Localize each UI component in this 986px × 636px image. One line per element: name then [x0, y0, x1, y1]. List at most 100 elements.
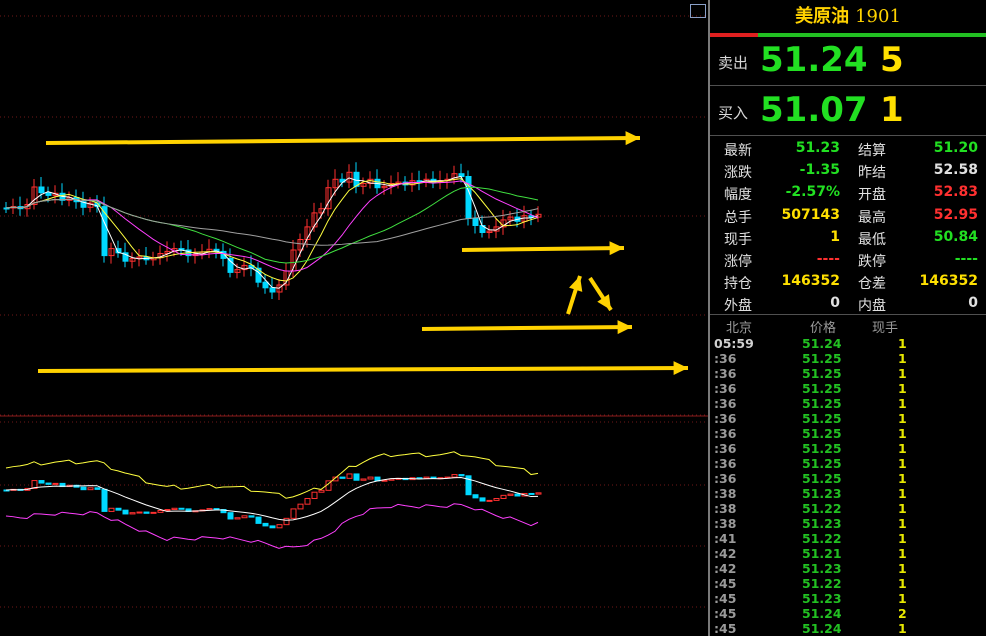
tick-row: :36 51.25 1 — [710, 411, 986, 426]
indicator-candle — [311, 491, 318, 500]
moving-average-line — [5, 186, 539, 264]
indicator-candle — [276, 524, 283, 529]
stats-row: 持仓 146352 仓差 146352 — [710, 271, 986, 293]
stat-label: 最低 — [858, 231, 886, 248]
bid-price: 51.07 — [760, 90, 868, 130]
quote-sidebar: 美原油 1901 卖出 51.24 5 买入 51.07 1 最新 51.23 结算 5… — [708, 0, 986, 636]
bid-ask-bar-green — [758, 33, 986, 37]
window-layout-icon[interactable] — [690, 4, 706, 18]
tick-volume: 1 — [898, 426, 907, 441]
tick-time: :42 — [714, 546, 737, 561]
tick-time: :45 — [714, 576, 737, 591]
indicator-candle — [262, 522, 269, 527]
tick-price: 51.22 — [802, 531, 842, 546]
candle-body — [38, 186, 45, 194]
tick-volume: 1 — [898, 411, 907, 426]
tick-volume: 1 — [898, 546, 907, 561]
indicator-candle — [458, 474, 465, 477]
tick-price: 51.23 — [802, 591, 842, 606]
instrument-title: 美原油 1901 — [710, 0, 986, 34]
tick-time: :36 — [714, 351, 737, 366]
indicator-candle — [500, 494, 507, 500]
stat-label: 最新 — [724, 143, 752, 159]
ticks-header-volume: 现手 — [872, 321, 899, 336]
ticks-list[interactable]: 05:59 51.24 1:36 51.25 1:36 51.25 1:36 51.25 1:3… — [710, 336, 986, 636]
stat-label: 开盘 — [858, 187, 886, 204]
tick-time: :36 — [714, 396, 737, 411]
moving-average-line — [5, 175, 539, 289]
candle-body — [227, 257, 234, 273]
stats-row: 外盘 0 内盘 0 — [710, 293, 986, 315]
indicator-candle — [430, 476, 437, 479]
stat-value: -1.35 — [799, 162, 840, 179]
indicator-candle — [486, 499, 493, 502]
tick-volume: 1 — [898, 396, 907, 411]
indicator-candle — [304, 498, 311, 505]
stat-value: 50.84 — [933, 228, 978, 245]
indicator-candle — [507, 493, 514, 496]
tick-row: :36 51.25 1 — [710, 441, 986, 456]
tick-row: :36 51.25 1 — [710, 351, 986, 366]
tick-volume: 1 — [898, 336, 907, 351]
tick-price: 51.25 — [802, 471, 842, 486]
tick-price: 51.23 — [802, 486, 842, 501]
tick-volume: 2 — [898, 606, 907, 621]
stat-value: -2.57% — [785, 184, 840, 201]
stat-value: 0 — [830, 295, 840, 312]
tick-row: :42 51.23 1 — [710, 561, 986, 576]
tick-row: :36 51.25 1 — [710, 456, 986, 471]
tick-price: 51.25 — [802, 396, 842, 411]
tick-time: :36 — [714, 471, 737, 486]
kline-chart-panel[interactable] — [0, 0, 708, 636]
bottom-level-arrow-head — [673, 361, 688, 376]
indicator-candle — [45, 482, 52, 485]
stats-table: 最新 51.23 结算 51.20 涨跌 -1.35 昨结 52.58 幅度 -2.57% 开盘 52… — [710, 138, 986, 316]
tick-row: :45 51.24 1 — [710, 621, 986, 636]
indicator-candle — [213, 508, 220, 511]
stat-label: 外盘 — [724, 298, 752, 315]
tick-time: :36 — [714, 411, 737, 426]
tick-time: :45 — [714, 606, 737, 621]
indicator-candle — [318, 489, 325, 493]
indicator-candle — [269, 525, 276, 529]
indicator-candle — [353, 473, 360, 481]
tick-time: :38 — [714, 501, 737, 516]
stats-row: 总手 507143 最高 52.95 — [710, 205, 986, 227]
bid-volume: 1 — [880, 90, 904, 130]
tick-price: 51.23 — [802, 516, 842, 531]
indicator-candle — [241, 515, 248, 519]
candle-body — [458, 173, 465, 177]
tick-row: :38 51.23 1 — [710, 516, 986, 531]
indicator-candle — [80, 486, 87, 491]
stats-row: 涨停 ---- 跌停 ---- — [710, 249, 986, 271]
tick-row: :38 51.23 1 — [710, 486, 986, 501]
kline-chart[interactable] — [0, 0, 708, 636]
candle-body — [262, 281, 269, 289]
tick-price: 51.25 — [802, 426, 842, 441]
tick-volume: 1 — [898, 456, 907, 471]
tick-row: :38 51.22 1 — [710, 501, 986, 516]
stat-label: 幅度 — [724, 187, 752, 204]
indicator-candle — [346, 473, 353, 479]
indicator-candle — [535, 492, 542, 495]
ticks-header-price: 价格 — [810, 321, 837, 336]
indicator-candle — [234, 517, 241, 520]
tick-time: :42 — [714, 561, 737, 576]
tick-price: 51.25 — [802, 411, 842, 426]
tick-volume: 1 — [898, 531, 907, 546]
stat-value: 52.58 — [933, 162, 978, 179]
indicator-candle — [122, 509, 129, 515]
tick-row: 05:59 51.24 1 — [710, 336, 986, 351]
tick-time: :36 — [714, 366, 737, 381]
tick-time: :38 — [714, 486, 737, 501]
tick-time: :36 — [714, 426, 737, 441]
indicator-candle — [255, 516, 262, 524]
stat-value: 146352 — [919, 273, 978, 290]
indicator-candle — [248, 515, 255, 518]
indicator-candle — [297, 503, 304, 510]
stat-label: 最高 — [858, 209, 886, 226]
mid-level-arrow — [461, 246, 625, 252]
stat-label: 内盘 — [858, 298, 886, 315]
candle-body — [472, 218, 479, 226]
bid-row: 买入 51.07 1 — [710, 88, 986, 136]
